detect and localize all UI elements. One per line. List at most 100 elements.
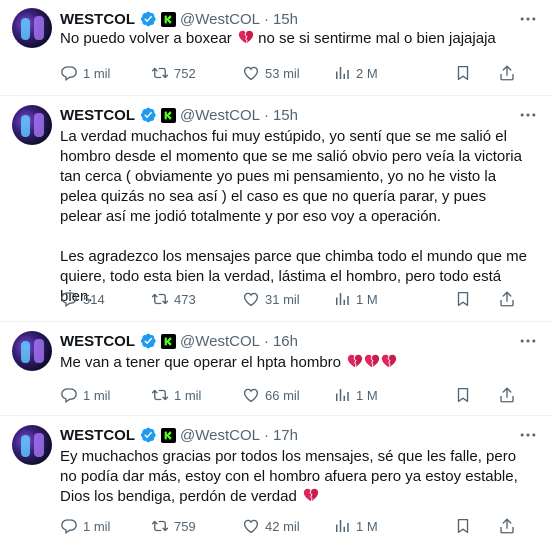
- views-button[interactable]: 1 M: [333, 289, 378, 309]
- views-icon: [333, 64, 351, 82]
- separator-dot: ·: [263, 106, 269, 124]
- more-icon[interactable]: [518, 331, 538, 351]
- bookmark-button[interactable]: [454, 516, 472, 536]
- kick-badge-icon: [161, 11, 176, 27]
- author-handle[interactable]: @WestCOL: [180, 427, 260, 444]
- tweet-header: WESTCOL @WestCOL · 17h: [60, 425, 298, 445]
- retweet-count: 1 mil: [174, 387, 202, 403]
- tweet-1[interactable]: WESTCOL @WestCOL · 15h No puedo volver a…: [0, 0, 552, 96]
- avatar[interactable]: [12, 105, 52, 145]
- bookmark-button[interactable]: [454, 289, 472, 309]
- share-icon: [498, 64, 516, 82]
- author-name[interactable]: WESTCOL: [60, 11, 135, 28]
- bookmark-icon: [454, 64, 472, 82]
- retweet-button[interactable]: 473: [151, 289, 196, 309]
- author-handle[interactable]: @WestCOL: [180, 333, 260, 350]
- views-button[interactable]: 1 M: [333, 385, 378, 405]
- tweet-header: WESTCOL @WestCOL · 16h: [60, 331, 298, 351]
- like-icon: [242, 64, 260, 82]
- like-count: 66 mil: [265, 387, 300, 403]
- avatar[interactable]: [12, 425, 52, 465]
- share-button[interactable]: [498, 63, 516, 83]
- separator-dot: ·: [263, 332, 269, 350]
- tweet-3[interactable]: WESTCOL @WestCOL · 16h Me van a tener qu…: [0, 322, 552, 416]
- tweet-header: WESTCOL @WestCOL · 15h: [60, 9, 298, 29]
- share-icon: [498, 386, 516, 404]
- tweet-actions: 1 mil 1 mil 66 mil 1 M: [60, 385, 540, 405]
- author-name[interactable]: WESTCOL: [60, 427, 135, 444]
- more-icon[interactable]: [518, 9, 538, 29]
- tweet-text: Me van a tener que operar el hpta hombro: [60, 353, 540, 373]
- more-icon[interactable]: [518, 425, 538, 445]
- view-count: 1 M: [356, 387, 378, 403]
- retweet-button[interactable]: 1 mil: [151, 385, 201, 405]
- like-button[interactable]: 31 mil: [242, 289, 300, 309]
- reply-icon: [60, 386, 78, 404]
- reply-icon: [60, 517, 78, 535]
- tweet-2[interactable]: WESTCOL @WestCOL · 15h La verdad muchach…: [0, 96, 552, 322]
- retweet-icon: [151, 517, 169, 535]
- reply-button[interactable]: 1 mil: [60, 385, 110, 405]
- verified-icon: [139, 426, 157, 444]
- timestamp[interactable]: 16h: [273, 333, 298, 350]
- like-icon: [242, 290, 260, 308]
- views-button[interactable]: 1 M: [333, 516, 378, 536]
- reply-button[interactable]: 1 mil: [60, 63, 110, 83]
- tweet-actions: 1 mil 752 53 mil 2 M: [60, 63, 540, 83]
- separator-dot: ·: [263, 426, 269, 444]
- tweet-text-part: Me van a tener que operar el hpta hombro: [60, 354, 342, 371]
- views-icon: [333, 290, 351, 308]
- like-button[interactable]: 53 mil: [242, 63, 300, 83]
- share-button[interactable]: [498, 385, 516, 405]
- retweet-icon: [151, 64, 169, 82]
- more-icon[interactable]: [518, 105, 538, 125]
- view-count: 2 M: [356, 65, 378, 81]
- share-button[interactable]: [498, 289, 516, 309]
- reply-button[interactable]: 1 mil: [60, 516, 110, 536]
- view-count: 1 M: [356, 291, 378, 307]
- retweet-count: 759: [174, 518, 196, 534]
- broken-heart-icon: [364, 354, 380, 368]
- like-count: 53 mil: [265, 65, 300, 81]
- tweet-text: Ey muchachos gracias por todos los mensa…: [60, 447, 530, 507]
- reply-count: 514: [83, 291, 105, 307]
- timestamp[interactable]: 15h: [273, 107, 298, 124]
- bookmark-icon: [454, 290, 472, 308]
- timestamp[interactable]: 15h: [273, 11, 298, 28]
- like-button[interactable]: 66 mil: [242, 385, 300, 405]
- tweet-4[interactable]: WESTCOL @WestCOL · 17h Ey muchachos grac…: [0, 416, 552, 537]
- retweet-button[interactable]: 752: [151, 63, 196, 83]
- retweet-icon: [151, 386, 169, 404]
- bookmark-button[interactable]: [454, 63, 472, 83]
- reply-count: 1 mil: [83, 65, 111, 81]
- tweet-text-part: no se si sentirme mal o bien jajajaja: [253, 30, 496, 47]
- tweet-text: La verdad muchachos fui muy estúpido, yo…: [60, 128, 527, 305]
- share-button[interactable]: [498, 516, 516, 536]
- view-count: 1 M: [356, 518, 378, 534]
- separator-dot: ·: [263, 10, 269, 28]
- reply-icon: [60, 290, 78, 308]
- tweet-actions: 1 mil 759 42 mil 1 M: [60, 516, 540, 536]
- tweet-text-part: No puedo volver a boxear: [60, 30, 232, 47]
- avatar[interactable]: [12, 8, 52, 48]
- like-icon: [242, 386, 260, 404]
- tweet-header: WESTCOL @WestCOL · 15h: [60, 105, 298, 125]
- views-icon: [333, 386, 351, 404]
- views-icon: [333, 517, 351, 535]
- retweet-button[interactable]: 759: [151, 516, 196, 536]
- reply-button[interactable]: 514: [60, 289, 105, 309]
- author-name[interactable]: WESTCOL: [60, 107, 135, 124]
- avatar[interactable]: [12, 331, 52, 371]
- views-button[interactable]: 2 M: [333, 63, 378, 83]
- timestamp[interactable]: 17h: [273, 427, 298, 444]
- kick-badge-icon: [161, 107, 176, 123]
- like-button[interactable]: 42 mil: [242, 516, 300, 536]
- author-name[interactable]: WESTCOL: [60, 333, 135, 350]
- like-icon: [242, 517, 260, 535]
- like-count: 42 mil: [265, 518, 300, 534]
- bookmark-button[interactable]: [454, 385, 472, 405]
- author-handle[interactable]: @WestCOL: [180, 107, 260, 124]
- author-handle[interactable]: @WestCOL: [180, 11, 260, 28]
- reply-count: 1 mil: [83, 387, 111, 403]
- share-icon: [498, 290, 516, 308]
